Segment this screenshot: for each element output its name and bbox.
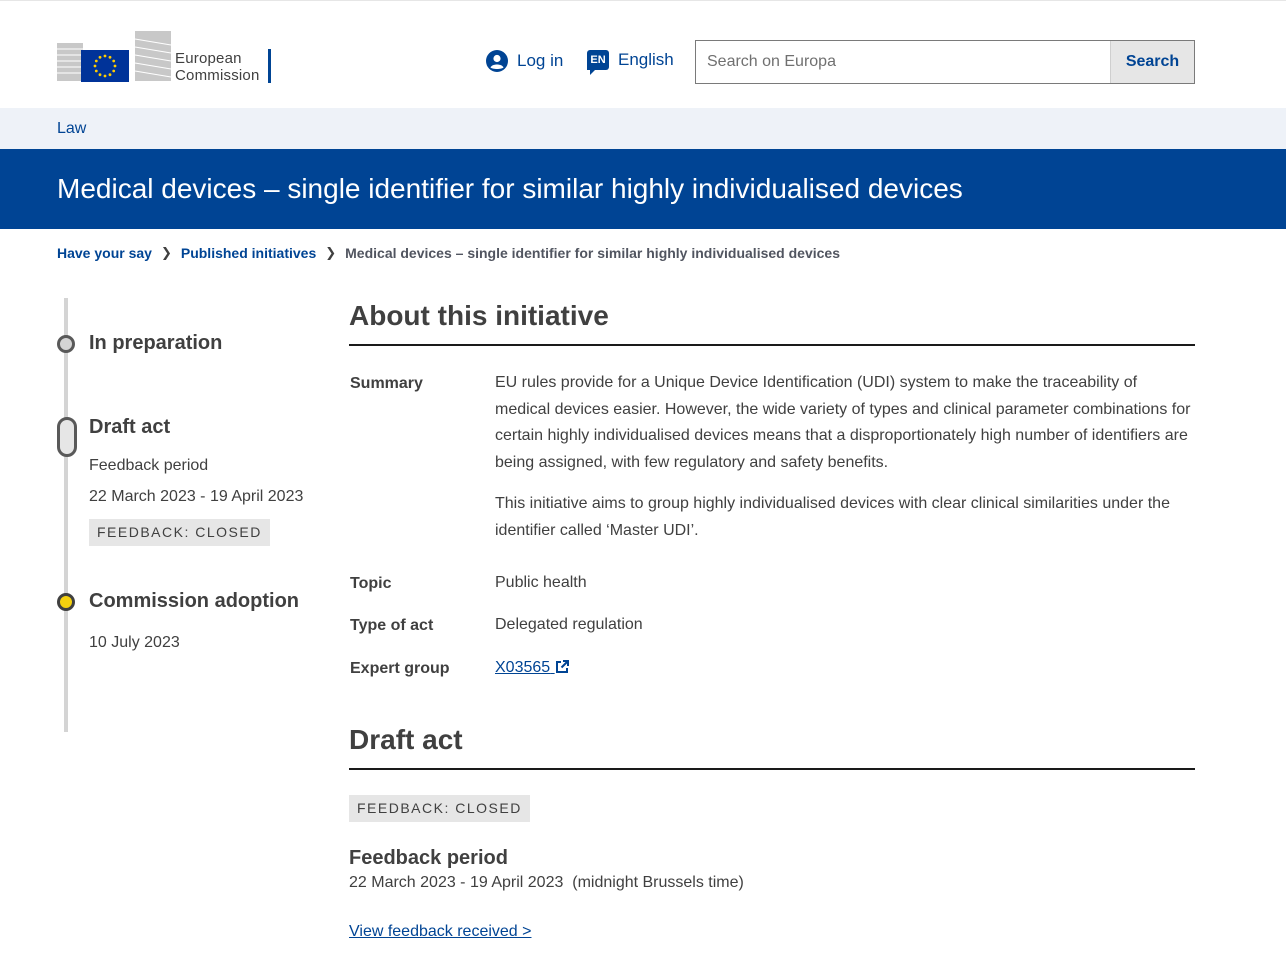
draft-act-heading: Draft act	[349, 724, 463, 755]
breadcrumb: Have your say ❯ Published initiatives ❯ …	[57, 245, 840, 261]
login-link[interactable]: Log in	[486, 50, 563, 72]
expert-group-label: Expert group	[350, 660, 450, 677]
timeline-feedback-dates: 22 March 2023 - 19 April 2023	[89, 488, 304, 505]
timeline-marker-current	[57, 417, 77, 457]
timeline-line	[64, 298, 68, 732]
language-label: English	[618, 50, 674, 69]
initiative-timeline: In preparation Draft act Feedback period…	[57, 298, 317, 732]
breadcrumb-published-initiatives[interactable]: Published initiatives	[181, 245, 316, 261]
summary-text: EU rules provide for a Unique Device Ide…	[495, 370, 1195, 545]
chevron-right-icon: ❯	[160, 245, 172, 260]
language-selector[interactable]: EN English	[587, 50, 674, 75]
site-header: European Commission Log in EN English Se…	[0, 0, 1286, 108]
site-name-band: Law	[0, 108, 1286, 149]
summary-paragraph-2: This initiative aims to group highly ind…	[495, 495, 1170, 539]
timeline-feedback-label: Feedback period	[89, 457, 209, 474]
about-heading: About this initiative	[349, 300, 609, 331]
summary-label: Summary	[350, 375, 423, 392]
search-form: Search	[695, 40, 1195, 84]
view-feedback-link[interactable]: View feedback received >	[349, 923, 531, 941]
feedback-period-dates: 22 March 2023 - 19 April 2023 (midnight …	[349, 874, 744, 891]
search-input[interactable]	[696, 41, 1110, 83]
timeline-dot-upcoming	[57, 593, 75, 611]
language-icon: EN	[587, 50, 609, 75]
status-badge: FEEDBACK: CLOSED	[89, 519, 270, 546]
section-divider	[349, 344, 1195, 346]
search-button[interactable]: Search	[1110, 41, 1194, 83]
expert-group-value: X03565	[495, 655, 1195, 682]
type-of-act-value: Delegated regulation	[495, 616, 643, 633]
type-of-act-label: Type of act	[350, 617, 434, 634]
login-label: Log in	[517, 51, 564, 70]
breadcrumb-current: Medical devices – single identifier for …	[345, 245, 840, 261]
timeline-stage-commission-adoption[interactable]: Commission adoption	[89, 590, 299, 613]
feedback-period-title: Feedback period	[349, 847, 508, 869]
section-divider	[349, 768, 1195, 770]
summary-paragraph-1: EU rules provide for a Unique Device Ide…	[495, 374, 1191, 471]
timeline-adoption-date: 10 July 2023	[89, 634, 180, 651]
chevron-right-icon: ❯	[325, 245, 337, 260]
site-name-link[interactable]: Law	[57, 120, 86, 138]
status-badge: FEEDBACK: CLOSED	[349, 795, 530, 822]
breadcrumb-have-your-say[interactable]: Have your say	[57, 245, 152, 261]
topic-value: Public health	[495, 574, 587, 591]
expert-group-link[interactable]: X03565	[495, 659, 569, 676]
user-icon	[486, 50, 508, 72]
logo-divider	[268, 49, 271, 83]
page-header-band: Medical devices – single identifier for …	[0, 149, 1286, 229]
external-link-icon	[555, 660, 569, 673]
logo-text: European Commission	[175, 50, 260, 84]
timeline-dot-inactive	[57, 335, 75, 353]
topic-label: Topic	[350, 575, 392, 592]
timeline-stage-draft-act[interactable]: Draft act	[89, 416, 170, 439]
page-title: Medical devices – single identifier for …	[57, 173, 963, 204]
timeline-stage-in-preparation[interactable]: In preparation	[89, 332, 222, 355]
